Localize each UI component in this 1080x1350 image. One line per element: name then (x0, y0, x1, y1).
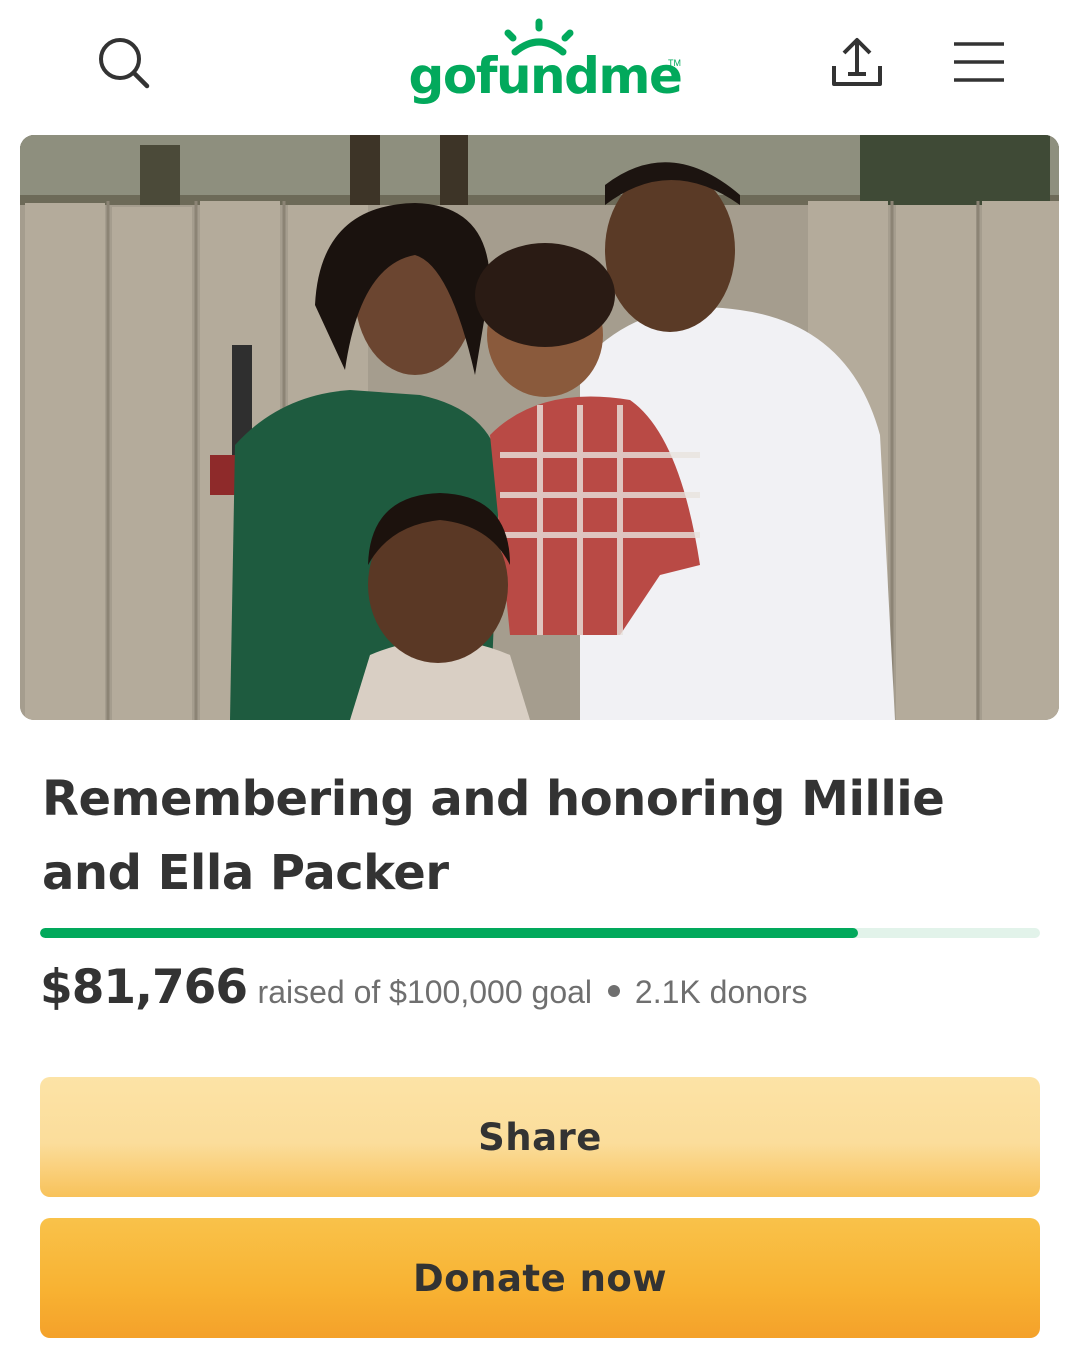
top-nav-bar: TM gofundme (0, 0, 1080, 130)
progress-bar-fill (40, 928, 858, 938)
fundraising-progress-bar (40, 928, 1040, 938)
goal-text: raised of $100,000 goal (257, 974, 593, 1010)
fundraising-stats: $81,766 raised of $100,000 goal 2.1K don… (40, 960, 1050, 1015)
svg-text:gofundme: gofundme (409, 47, 682, 105)
donor-count[interactable]: 2.1K donors (635, 974, 808, 1010)
campaign-hero-image (20, 135, 1059, 720)
hamburger-menu-icon[interactable] (950, 38, 1008, 86)
search-icon[interactable] (92, 34, 154, 92)
separator-dot (608, 985, 621, 997)
donate-now-button[interactable]: Donate now (40, 1218, 1040, 1338)
raised-amount: $81,766 (40, 960, 248, 1015)
share-upload-icon[interactable] (826, 32, 888, 92)
share-button[interactable]: Share (40, 1077, 1040, 1197)
gofundme-logo[interactable]: TM gofundme (400, 14, 690, 114)
campaign-title: Remembering and honoring Millie and Ella… (42, 771, 945, 901)
